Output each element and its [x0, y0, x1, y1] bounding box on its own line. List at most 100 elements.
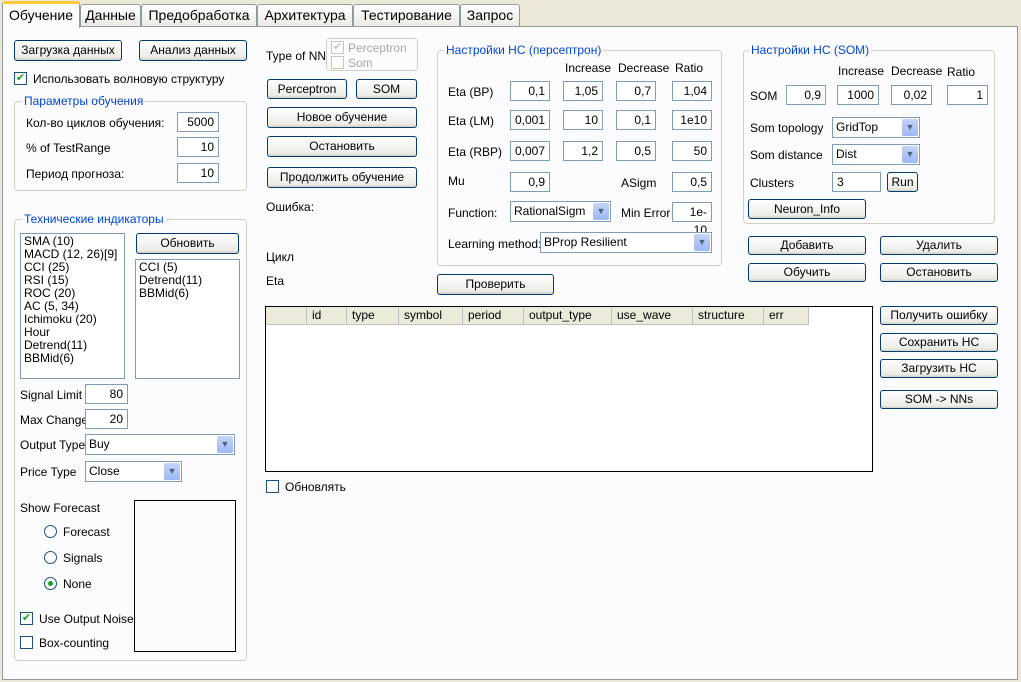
eta-lm-input[interactable]: 0,001 — [510, 110, 550, 130]
grid-header-use-wave[interactable]: use_wave — [612, 307, 693, 325]
load-nn-button[interactable]: Загрузить НС — [880, 359, 998, 378]
selected-indicators-list[interactable]: CCI (5) Detrend(11) BBMid(6) — [135, 259, 240, 379]
som-to-nns-button[interactable]: SOM -> NNs — [880, 390, 998, 409]
eta-rbp-input[interactable]: 0,007 — [510, 141, 550, 161]
list-item[interactable]: BBMid(6) — [139, 287, 236, 300]
analyze-data-button[interactable]: Анализ данных — [139, 40, 247, 61]
min-error-input[interactable]: 1e-10 — [672, 202, 712, 237]
chevron-down-icon[interactable]: ▼ — [902, 119, 918, 136]
tab-data[interactable]: Данные — [80, 4, 141, 26]
grid-header-structure[interactable]: structure — [693, 307, 764, 325]
get-error-button[interactable]: Получить ошибку — [880, 306, 998, 325]
mu-input[interactable]: 0,9 — [510, 172, 550, 192]
som-ratio-input[interactable]: 1 — [947, 85, 988, 105]
save-nn-button[interactable]: Сохранить НС — [880, 333, 998, 352]
continue-training-button[interactable]: Продолжить обучение — [267, 167, 417, 188]
som-button[interactable]: SOM — [356, 79, 417, 99]
refresh-label: Обновлять — [285, 480, 346, 494]
forecast-radio[interactable] — [44, 525, 57, 538]
perceptron-checkbox[interactable]: ✔ — [331, 41, 344, 54]
perceptron-button[interactable]: Perceptron — [267, 79, 347, 99]
delete-button[interactable]: Удалить — [880, 236, 998, 255]
tab-training[interactable]: Обучение — [2, 1, 80, 28]
available-indicators-list[interactable]: SMA (10) MACD (12, 26)[9] CCI (25) RSI (15)… — [20, 233, 125, 379]
update-indicators-button[interactable]: Обновить — [136, 233, 239, 254]
chevron-down-icon[interactable]: ▼ — [694, 234, 710, 251]
run-button[interactable]: Run — [887, 172, 918, 192]
grid-header-output-type[interactable]: output_type — [524, 307, 612, 325]
grid-header-id[interactable]: id — [307, 307, 347, 325]
grid-header-type[interactable]: type — [347, 307, 399, 325]
signal-limit-input[interactable]: 80 — [85, 384, 128, 404]
som-input[interactable]: 0,9 — [786, 85, 826, 105]
cycles-input[interactable]: 5000 — [177, 112, 219, 132]
forecast-period-input[interactable]: 10 — [177, 163, 219, 183]
asigm-label: ASigm — [621, 176, 657, 190]
grid-header-symbol[interactable]: symbol — [399, 307, 463, 325]
asigm-input[interactable]: 0,5 — [672, 172, 712, 192]
train-button[interactable]: Обучить — [748, 263, 866, 282]
som-option-label: Som — [348, 56, 373, 70]
som-distance-select[interactable]: Dist ▼ — [832, 144, 920, 165]
load-data-button[interactable]: Загрузка данных — [14, 40, 122, 61]
tab-testing[interactable]: Тестирование — [353, 4, 460, 26]
function-select[interactable]: RationalSigm ▼ — [510, 201, 611, 222]
list-item[interactable]: BBMid(6) — [24, 352, 121, 365]
perceptron-decrease-header: Decrease — [618, 61, 670, 75]
networks-grid[interactable]: id type symbol period output_type use_wa… — [265, 306, 873, 472]
stop-training-button[interactable]: Остановить — [267, 136, 417, 157]
forecast-preview-box — [134, 500, 236, 652]
perceptron-settings-title: Настройки НС (персептрон) — [444, 43, 604, 57]
som-topology-select[interactable]: GridTop ▼ — [832, 117, 920, 138]
chevron-down-icon[interactable]: ▼ — [593, 203, 609, 220]
testrange-input[interactable]: 10 — [177, 137, 219, 157]
new-training-button[interactable]: Новое обучение — [267, 107, 417, 128]
eta-rbp-decrease-input[interactable]: 0,5 — [616, 141, 656, 161]
eta-rbp-increase-input[interactable]: 1,2 — [563, 141, 603, 161]
use-output-noise-checkbox[interactable]: ✔ — [20, 612, 33, 625]
tab-query[interactable]: Запрос — [460, 4, 520, 26]
eta-label: Eta — [266, 274, 285, 288]
som-distance-value: Dist — [836, 147, 857, 161]
eta-lm-decrease-input[interactable]: 0,1 — [616, 110, 656, 130]
neuron-info-button[interactable]: Neuron_Info — [748, 199, 866, 219]
clusters-input[interactable]: 3 — [832, 172, 881, 192]
output-type-select[interactable]: Buy ▼ — [85, 434, 235, 455]
som-checkbox[interactable] — [331, 56, 344, 69]
output-type-label: Output Type — [20, 438, 86, 452]
max-change-input[interactable]: 20 — [85, 409, 128, 429]
learning-method-value: BProp Resilient — [544, 235, 627, 249]
som-decrease-input[interactable]: 0,02 — [891, 85, 932, 105]
chevron-down-icon[interactable]: ▼ — [902, 146, 918, 163]
eta-rbp-ratio-input[interactable]: 50 — [672, 141, 712, 161]
box-counting-checkbox[interactable] — [20, 636, 33, 649]
check-button[interactable]: Проверить — [437, 274, 554, 295]
tab-preprocessing[interactable]: Предобработка — [141, 4, 257, 26]
signals-radio[interactable] — [44, 551, 57, 564]
add-button[interactable]: Добавить — [748, 236, 866, 255]
none-radio[interactable] — [44, 577, 57, 590]
eta-lm-ratio-input[interactable]: 1e10 — [672, 110, 712, 130]
eta-lm-increase-input[interactable]: 10 — [563, 110, 603, 130]
chevron-down-icon[interactable]: ▼ — [217, 436, 233, 453]
show-forecast-label: Show Forecast — [20, 501, 101, 515]
som-increase-input[interactable]: 1000 — [837, 85, 879, 105]
som-ratio-header: Ratio — [947, 65, 976, 79]
grid-header-period[interactable]: period — [463, 307, 524, 325]
eta-bp-increase-input[interactable]: 1,05 — [563, 81, 603, 101]
eta-bp-input[interactable]: 0,1 — [510, 81, 550, 101]
tab-architecture[interactable]: Архитектура — [257, 4, 353, 26]
eta-bp-ratio-input[interactable]: 1,04 — [672, 81, 712, 101]
som-topology-label: Som topology — [750, 121, 824, 135]
perceptron-increase-header: Increase — [565, 61, 612, 75]
use-wavelet-checkbox[interactable]: ✔ — [14, 72, 27, 85]
eta-bp-decrease-input[interactable]: 0,7 — [616, 81, 656, 101]
price-type-select[interactable]: Close ▼ — [85, 461, 182, 482]
stop-button[interactable]: Остановить — [880, 263, 998, 282]
signal-limit-label: Signal Limit — [20, 388, 83, 402]
chevron-down-icon[interactable]: ▼ — [164, 463, 180, 480]
price-type-label: Price Type — [20, 465, 77, 479]
grid-header-err[interactable]: err — [764, 307, 809, 325]
refresh-checkbox[interactable] — [266, 480, 279, 493]
learning-method-select[interactable]: BProp Resilient ▼ — [540, 232, 712, 253]
